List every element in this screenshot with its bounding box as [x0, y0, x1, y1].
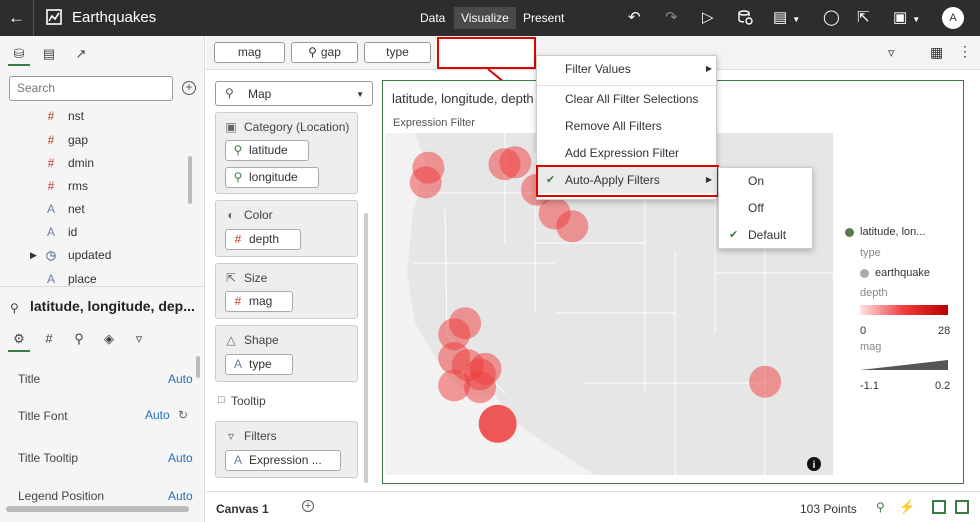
depth-max: 28	[938, 325, 951, 337]
menu-item-add-expression[interactable]: Add Expression Filter	[537, 140, 718, 166]
series-dot	[845, 228, 854, 237]
mag-min: -1.1	[860, 380, 879, 392]
mag-max: 0.2	[935, 380, 951, 392]
menu-item-filter-values[interactable]: Filter Values ▶	[537, 56, 718, 82]
depth-gradient	[860, 305, 948, 315]
depth-pill[interactable]: # depth	[225, 229, 301, 250]
lightning-icon[interactable]: ⚡	[899, 499, 915, 515]
filters-section[interactable]: ▿ Filters A Expression ...	[215, 421, 358, 478]
earthquake-bubble[interactable]	[749, 365, 782, 398]
viz-title: latitude, longitude, depth	[392, 91, 534, 106]
expression-filter-label: Expression Filter	[393, 117, 475, 129]
highlight-box	[536, 165, 719, 197]
category-icon: ▣	[225, 120, 237, 134]
info-icon-glyph: i	[813, 460, 816, 471]
resize-icon: ⇱	[225, 271, 237, 285]
color-section[interactable]: ◐ Color # depth	[215, 200, 358, 257]
legend-type-title: type	[860, 247, 881, 259]
legend-mag-title: mag	[860, 341, 882, 353]
submenu-item-off[interactable]: Off	[719, 195, 814, 221]
number-icon: #	[234, 232, 242, 246]
layout-left-icon[interactable]	[932, 500, 946, 514]
number-icon: #	[234, 294, 242, 308]
layout-right-icon[interactable]	[955, 500, 969, 514]
earthquake-bubble[interactable]	[556, 210, 589, 243]
depth-min: 0	[860, 325, 867, 337]
filter-funnel-icon: ▿	[227, 429, 235, 443]
points-count: 103 Points	[800, 502, 857, 516]
type-dot	[860, 269, 869, 278]
shapes-icon: △	[226, 333, 236, 347]
size-section[interactable]: ⇱ Size # mag	[215, 263, 358, 319]
earthquake-bubble[interactable]	[478, 404, 517, 443]
mag-pill[interactable]: # mag	[225, 291, 293, 312]
palette-icon: ◐	[227, 208, 235, 222]
shape-section[interactable]: △ Shape Atype	[215, 325, 358, 382]
text-icon: A	[233, 453, 242, 467]
menu-item-remove-all[interactable]: Remove All Filters	[537, 113, 718, 139]
legend-depth-title: depth	[860, 287, 888, 299]
legend-series: latitude, lon...	[860, 226, 926, 238]
mag-size-scale	[860, 360, 948, 370]
earthquake-bubble[interactable]	[409, 166, 442, 199]
tooltip-section[interactable]: Tooltip	[231, 394, 266, 408]
type-pill[interactable]: Atype	[225, 354, 293, 375]
map-pin-icon: ⚲	[225, 86, 234, 100]
menu-item-clear-all[interactable]: Clear All Filter Selections	[537, 86, 718, 112]
scrollbar[interactable]	[364, 213, 368, 483]
tooltip-icon: □	[218, 394, 225, 406]
earthquake-bubble[interactable]	[499, 146, 532, 179]
submenu-item-default[interactable]: ✔ Default	[719, 222, 814, 248]
chevron-right-icon: ▶	[705, 64, 712, 73]
grammar-panel: ⚲ Map ▼ ▣ Category (Location) ⚲ latitude ⚲…	[206, 70, 373, 490]
category-section[interactable]: ▣ Category (Location) ⚲ latitude ⚲ longitud…	[215, 112, 358, 194]
location-pin-icon: ⚲	[233, 170, 243, 184]
chevron-down-icon: ▼	[356, 90, 364, 99]
latitude-pill[interactable]: ⚲ latitude	[225, 140, 309, 161]
add-canvas-button[interactable]: +	[302, 500, 314, 512]
bottom-bar: Canvas 1 + 103 Points ⚲ ⚡	[206, 491, 980, 522]
earthquake-bubble[interactable]	[464, 371, 496, 404]
text-icon: A	[233, 357, 242, 371]
expression-filter-pill[interactable]: A Expression ...	[225, 450, 341, 471]
viz-type-selector[interactable]: ⚲ Map ▼	[215, 81, 373, 106]
legend-type-item: earthquake	[875, 267, 931, 279]
auto-apply-submenu: On Off ✔ Default	[718, 167, 813, 249]
submenu-item-on[interactable]: On	[719, 168, 814, 194]
checkmark-icon: ✔	[729, 229, 739, 241]
location-pin-icon: ⚲	[233, 143, 243, 157]
canvas-tab[interactable]: Canvas 1	[216, 502, 269, 516]
longitude-pill[interactable]: ⚲ longitude	[225, 167, 319, 188]
data-quality-icon[interactable]: ⚲	[876, 500, 885, 514]
legend: latitude, lon... type earthquake depth 0…	[845, 220, 975, 400]
